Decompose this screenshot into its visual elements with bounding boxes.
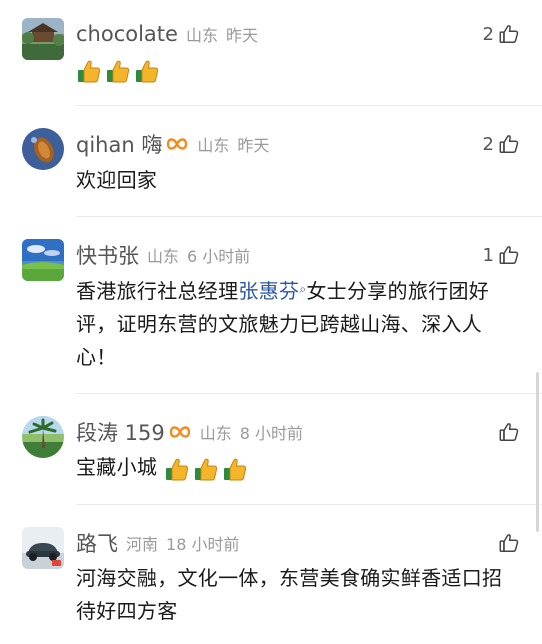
- thumbs-up-outline-icon: [498, 532, 520, 554]
- thumbs-up-emoji-icon: [107, 60, 130, 82]
- location-label: 山东: [197, 136, 230, 155]
- thumbs-up-emoji-icon: [194, 458, 218, 480]
- location-label: 河南: [126, 535, 159, 554]
- location-label: 山东: [147, 247, 180, 266]
- like-button[interactable]: 1: [483, 239, 520, 271]
- mention-link[interactable]: 张惠芬: [238, 279, 299, 303]
- divider: [76, 504, 542, 505]
- thumbs-up-outline-icon: [498, 23, 520, 45]
- avatar[interactable]: [22, 128, 64, 170]
- like-count: 2: [482, 23, 494, 45]
- timestamp: 昨天: [225, 26, 258, 45]
- location-label: 山东: [199, 424, 232, 443]
- thumbs-up-emoji-icon: [165, 458, 189, 480]
- timestamp: 8 小时前: [239, 424, 304, 443]
- like-count: 2: [482, 133, 494, 155]
- comment-meta: 段涛 159 山东 8 小时前: [76, 416, 303, 448]
- comment-text: [76, 53, 520, 86]
- search-icon[interactable]: ⌕: [299, 282, 306, 296]
- divider: [76, 216, 542, 217]
- thumbs-up-emoji-icon: [223, 458, 247, 480]
- comment-meta: 快书张 山东 6 小时前: [76, 239, 250, 271]
- avatar[interactable]: [22, 527, 64, 569]
- like-count: 1: [482, 244, 494, 266]
- infinity-badge-icon: [168, 422, 192, 442]
- infinity-badge-icon: [165, 134, 189, 154]
- like-button[interactable]: [498, 527, 520, 559]
- emoji-row: [164, 456, 248, 482]
- username[interactable]: 段涛 159: [76, 417, 165, 447]
- timestamp: 昨天: [237, 136, 270, 155]
- username[interactable]: 快书张: [76, 240, 139, 270]
- comment-meta: qihan 嗨 山东 昨天: [76, 128, 269, 160]
- comment-text-part: 香港旅行社总经理: [76, 279, 239, 303]
- avatar[interactable]: [22, 18, 64, 60]
- thumbs-up-emoji-icon: [78, 60, 101, 82]
- like-button[interactable]: [498, 416, 520, 448]
- comment-text: 欢迎回家: [76, 168, 158, 192]
- comment-meta: 路飞 河南 18 小时前: [76, 527, 239, 559]
- thumbs-up-outline-icon: [498, 133, 520, 155]
- divider: [76, 393, 542, 394]
- scrollbar[interactable]: [536, 372, 539, 532]
- thumbs-up-outline-icon: [498, 421, 520, 443]
- timestamp: 18 小时前: [166, 535, 240, 554]
- username[interactable]: 路飞: [76, 528, 118, 558]
- comment-text: 河海交融，文化一体，东营美食确实鲜香适口招待好四方客: [76, 566, 503, 623]
- timestamp: 6 小时前: [187, 247, 251, 266]
- comment-meta: chocolate 山东 昨天: [76, 18, 258, 50]
- comment-text: 宝藏小城: [76, 451, 520, 484]
- comment-text: 香港旅行社总经理张惠芬⌕女士分享的旅行团好评，证明东营的文旅魅力已跨越山海、深入…: [76, 275, 520, 374]
- comment-text-part: 宝藏小城: [76, 455, 158, 479]
- avatar[interactable]: [22, 416, 64, 458]
- location-label: 山东: [185, 26, 218, 45]
- thumbs-up-outline-icon: [498, 244, 520, 266]
- username[interactable]: qihan 嗨: [76, 129, 162, 159]
- avatar[interactable]: [22, 239, 64, 281]
- emoji-row: [76, 58, 160, 84]
- like-button[interactable]: 2: [483, 18, 520, 50]
- like-button[interactable]: 2: [483, 128, 520, 160]
- thumbs-up-emoji-icon: [136, 60, 159, 82]
- divider: [76, 105, 542, 106]
- username[interactable]: chocolate: [76, 22, 178, 46]
